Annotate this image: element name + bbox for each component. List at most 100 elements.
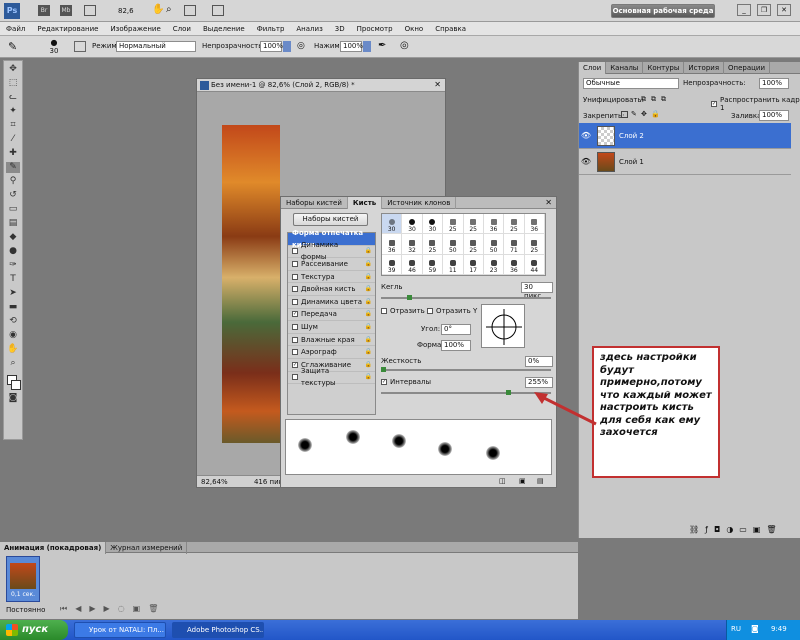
lock-icon[interactable]: 🔒: [365, 371, 372, 383]
brush-tip[interactable]: 30: [382, 214, 403, 235]
brush-tip[interactable]: 32: [402, 234, 423, 255]
opacity-field[interactable]: 100%: [260, 41, 283, 52]
hardness-slider-knob[interactable]: [381, 367, 386, 372]
panel-close-icon[interactable]: ✕: [545, 198, 552, 207]
roundness-field[interactable]: 100%: [441, 340, 471, 351]
eyedropper-tool-icon[interactable]: ⁄: [6, 134, 20, 145]
menu-help[interactable]: Справка: [429, 22, 472, 36]
zoom-tool-icon[interactable]: ⌕: [166, 4, 172, 15]
menu-layers[interactable]: Слои: [167, 22, 197, 36]
tab-actions[interactable]: Операции: [724, 62, 771, 74]
checkbox[interactable]: [292, 273, 298, 280]
lasso-tool-icon[interactable]: ᓚ: [6, 92, 20, 103]
spacing-slider-knob[interactable]: [506, 390, 511, 395]
lock-icon[interactable]: 🔒: [365, 296, 372, 308]
lock-icon[interactable]: 🔒: [365, 346, 372, 358]
tween-icon[interactable]: ◌: [118, 604, 133, 613]
lock-icon[interactable]: 🔒: [365, 359, 372, 371]
frame-delay[interactable]: 0,1 сек.: [7, 591, 39, 598]
lock-icon[interactable]: 🔒: [365, 271, 372, 283]
menu-edit[interactable]: Редактирование: [31, 22, 104, 36]
tablet-opacity-icon[interactable]: ◎: [297, 41, 305, 51]
flip-x-checkbox[interactable]: [381, 308, 387, 314]
eraser-tool-icon[interactable]: ▭: [6, 204, 20, 215]
first-frame-icon[interactable]: ⏮: [60, 604, 75, 613]
eye-icon[interactable]: 👁: [579, 131, 593, 140]
option-wet-edges[interactable]: Влажные края 🔒: [288, 334, 375, 347]
document-title[interactable]: Без имени-1 @ 82,6% (Слой 2, RGB/8) *: [197, 79, 445, 92]
lock-position-icon[interactable]: ✥: [641, 110, 647, 118]
move-tool-icon[interactable]: ✥: [6, 64, 20, 75]
create-new-brush-icon[interactable]: ▤: [537, 477, 544, 485]
option-texture[interactable]: Текстура 🔒: [288, 271, 375, 284]
checkbox[interactable]: [292, 248, 298, 255]
delete-frame-icon[interactable]: 🗑: [148, 604, 166, 613]
marquee-tool-icon[interactable]: ⬚: [6, 78, 20, 89]
spacing-checkbox-checked[interactable]: ✓: [381, 379, 387, 385]
brush-tip[interactable]: 25: [443, 214, 464, 235]
workspace-button[interactable]: Основная рабочая среда: [611, 4, 715, 18]
lock-image-icon[interactable]: ✎: [631, 110, 637, 118]
language-indicator[interactable]: RU: [731, 625, 741, 633]
menu-view[interactable]: Просмотр: [351, 22, 399, 36]
propagate-checkbox-checked[interactable]: ✓: [711, 101, 717, 107]
hand-tool-icon[interactable]: ✋: [152, 4, 164, 15]
hardness-slider[interactable]: [381, 367, 551, 372]
menu-select[interactable]: Выделение: [197, 22, 251, 36]
unify-style-icon[interactable]: ⧉: [661, 95, 666, 104]
bridge-icon[interactable]: Br: [38, 5, 50, 16]
lock-icon[interactable]: 🔒: [365, 283, 372, 295]
checkbox[interactable]: [292, 286, 298, 293]
group-icon[interactable]: ▭: [739, 525, 753, 534]
tab-clone-source[interactable]: Источник клонов: [382, 197, 457, 209]
size-field[interactable]: 30 пикс.: [521, 282, 553, 300]
lock-transparency-icon[interactable]: [621, 111, 628, 118]
option-airbrush[interactable]: Аэрограф 🔒: [288, 346, 375, 359]
angle-field[interactable]: 0°: [441, 324, 471, 335]
checkbox[interactable]: [292, 260, 298, 267]
brush-tip[interactable]: 25: [524, 234, 545, 255]
brush-tip[interactable]: 23: [483, 254, 505, 275]
3d-rotate-tool-icon[interactable]: ⟲: [6, 316, 20, 327]
duplicate-frame-icon[interactable]: ▣: [133, 604, 149, 613]
zoom-tool-icon-side[interactable]: ⌕: [6, 358, 20, 369]
tab-brush-presets[interactable]: Наборы кистей: [281, 197, 348, 209]
spacing-field[interactable]: 255%: [525, 377, 553, 388]
clock[interactable]: 9:49: [771, 625, 787, 633]
view-extras-icon[interactable]: [84, 5, 96, 16]
brush-tip[interactable]: 25: [422, 234, 444, 255]
play-icon[interactable]: ▶: [89, 604, 103, 613]
taskbar-item-opera[interactable]: Урок от NATALI: Пл...: [74, 622, 166, 638]
checkbox[interactable]: [292, 349, 298, 356]
flip-x-control[interactable]: Отразить X: [381, 307, 432, 315]
checkbox[interactable]: [292, 374, 298, 381]
airbrush-icon[interactable]: ✒: [378, 40, 386, 51]
minimize-button[interactable]: _: [737, 4, 751, 16]
link-layers-icon[interactable]: ⛓: [689, 525, 705, 534]
size-slider-knob[interactable]: [407, 295, 412, 300]
angle-roundness-widget[interactable]: [481, 304, 525, 348]
hardness-field[interactable]: 0%: [525, 356, 553, 367]
quick-mask-icon[interactable]: ◙: [6, 393, 20, 404]
mask-icon[interactable]: ◘: [714, 525, 726, 534]
brush-preset-picker[interactable]: ● 30: [44, 38, 64, 56]
tab-paths[interactable]: Контуры: [643, 62, 685, 74]
tab-brush[interactable]: Кисть: [347, 197, 383, 209]
arrange-documents-icon[interactable]: [184, 5, 196, 16]
loop-select[interactable]: Постоянно: [6, 606, 45, 614]
lock-icon[interactable]: 🔒: [365, 321, 372, 333]
checkbox[interactable]: [292, 298, 298, 305]
tablet-size-icon[interactable]: ◎: [400, 40, 409, 51]
brush-tip[interactable]: 36: [504, 254, 525, 275]
lock-icon[interactable]: 🔒: [365, 334, 372, 346]
status-zoom[interactable]: 82,64%: [201, 478, 228, 486]
checkbox-checked[interactable]: ✓: [292, 361, 298, 368]
adjustment-icon[interactable]: ◑: [726, 525, 739, 534]
option-protect-texture[interactable]: Защита текстуры 🔒: [288, 367, 375, 387]
flip-y-checkbox[interactable]: [427, 308, 433, 314]
tab-animation[interactable]: Анимация (покадровая): [0, 542, 107, 554]
type-tool-icon[interactable]: T: [6, 274, 20, 285]
menu-analysis[interactable]: Анализ: [290, 22, 328, 36]
toggle-bristle-preview-icon[interactable]: ◫: [499, 477, 506, 485]
healing-brush-tool-icon[interactable]: ✚: [6, 148, 20, 159]
